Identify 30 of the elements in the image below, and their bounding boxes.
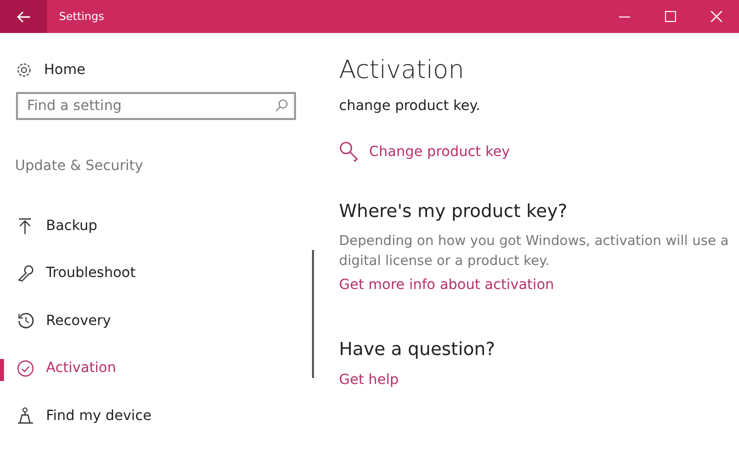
- section-heading: Where's my product key?: [339, 201, 568, 222]
- wrench-icon: [16, 264, 34, 282]
- home-link[interactable]: Home: [16, 60, 320, 80]
- search-field[interactable]: Find a setting: [16, 92, 296, 120]
- section-heading: Have a question?: [339, 339, 496, 360]
- nav-item[interactable]: Recovery: [0, 297, 320, 344]
- search-icon: [275, 99, 288, 112]
- nav-item[interactable]: Activation: [0, 344, 320, 392]
- back-arrow-icon: [16, 10, 30, 22]
- description-text: Depending on how you got Windows, activation will use a digital license or a product key.: [339, 232, 729, 271]
- section-heading: Update & Security: [15, 158, 144, 176]
- change-key-link[interactable]: Change product key: [339, 141, 510, 163]
- nav-item[interactable]: Troubleshoot: [0, 250, 320, 297]
- page-title: Activation: [339, 55, 466, 86]
- nav-item[interactable]: Backup: [0, 202, 320, 250]
- help-link[interactable]: Get help: [339, 372, 399, 388]
- person-pin-icon: [16, 407, 34, 424]
- body-text: change product key.: [339, 98, 482, 114]
- nav-item[interactable]: Find my device: [0, 392, 320, 440]
- history-icon: [16, 312, 34, 330]
- window-title: Settings: [59, 10, 106, 23]
- scrollbar[interactable]: [312, 250, 314, 378]
- back-button[interactable]: [0, 0, 47, 33]
- check-circle-icon: [16, 360, 34, 377]
- upload-arrow-icon: [17, 218, 33, 234]
- minimize-icon: [618, 16, 630, 18]
- help-link[interactable]: Get more info about activation: [339, 277, 554, 293]
- gear-icon: [16, 62, 32, 78]
- close-icon: [710, 11, 722, 22]
- maximize-icon: [664, 11, 676, 22]
